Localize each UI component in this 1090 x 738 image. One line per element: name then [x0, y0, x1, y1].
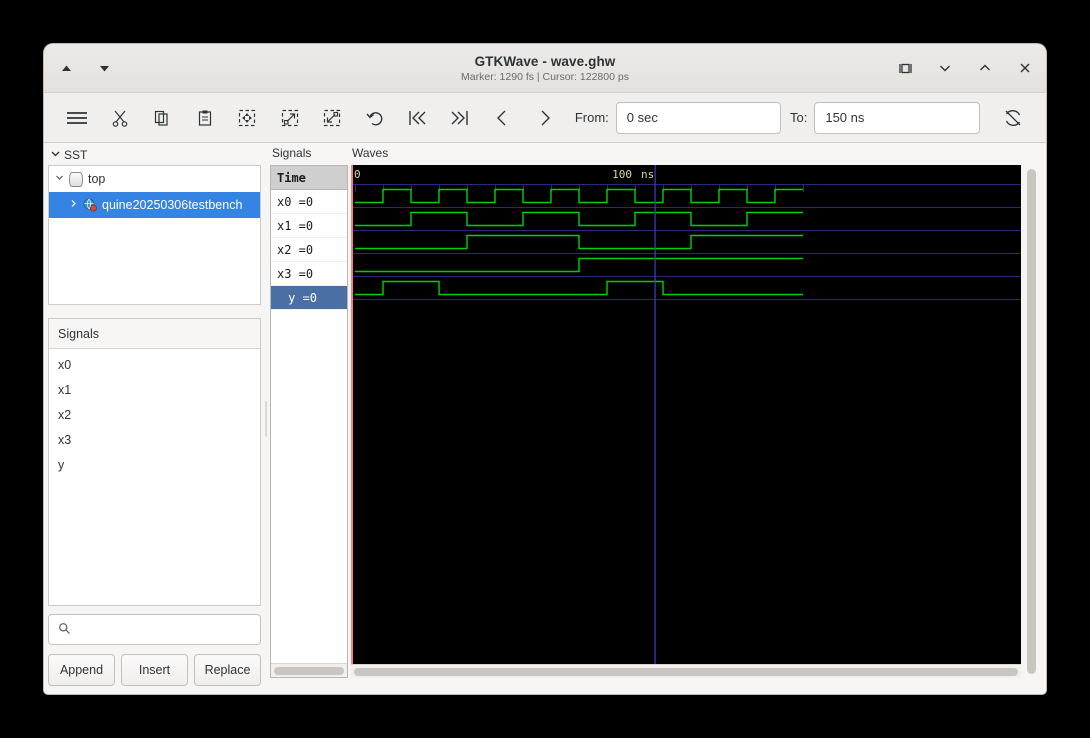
list-item[interactable]: x0 — [49, 352, 260, 377]
module-icon — [69, 171, 83, 187]
menu-icon[interactable] — [56, 98, 98, 138]
from-label: From: — [574, 110, 609, 125]
wave-row-label-x1[interactable]: x1 =0 — [271, 214, 347, 238]
restore-window-icon[interactable] — [896, 59, 914, 77]
maximize-icon[interactable] — [976, 59, 994, 77]
wave-area-wrap: 0 100 ns — [351, 165, 1041, 678]
cut-icon[interactable] — [98, 98, 140, 138]
wave-panel-headers: Signals Waves — [270, 146, 1041, 165]
wave-names-spacer — [271, 310, 347, 663]
wave-vscrollbar[interactable] — [1021, 165, 1041, 678]
wave-signals-header: Signals — [272, 146, 312, 160]
from-value: 0 sec — [626, 110, 658, 125]
wave-canvas-wrap: 0 100 ns — [351, 165, 1021, 678]
zoom-fit-icon[interactable] — [226, 98, 268, 138]
tree-node-label: top — [88, 172, 106, 186]
next-edge-icon[interactable] — [523, 98, 565, 138]
to-value: 150 ns — [825, 110, 865, 125]
to-label: To: — [790, 110, 808, 125]
list-item[interactable]: y — [49, 452, 260, 477]
zoom-in-icon[interactable] — [268, 98, 310, 138]
reload-icon[interactable] — [992, 98, 1034, 138]
wave-row-label-x2[interactable]: x2 =0 — [271, 238, 347, 262]
panel-divider[interactable] — [261, 143, 270, 694]
from-input[interactable]: 0 sec — [615, 101, 781, 134]
wave-hscrollbar[interactable] — [351, 664, 1021, 678]
list-item[interactable]: x2 — [49, 402, 260, 427]
wave-names-pane[interactable]: Time x0 =0 x1 =0 x2 =0 x3 =0 y =0 — [270, 165, 348, 678]
sst-label: SST — [64, 147, 88, 162]
wave-main: Time x0 =0 x1 =0 x2 =0 x3 =0 y =0 0 100 ns — [270, 165, 1041, 678]
triangle-down-icon[interactable] — [94, 58, 114, 78]
chevron-down-icon[interactable] — [55, 173, 64, 185]
main-toolbar: From: 0 sec To: 150 ns — [44, 93, 1046, 143]
tree-node-testbench[interactable]: quine20250306testbench — [49, 192, 260, 218]
action-button-row: Append Insert Replace — [48, 654, 261, 694]
search-row — [48, 614, 261, 645]
go-start-icon[interactable] — [396, 98, 438, 138]
tree-node-top[interactable]: top — [49, 166, 260, 192]
svg-text:100: 100 — [612, 168, 632, 181]
search-icon — [58, 622, 71, 638]
waveform-canvas[interactable]: 0 100 ns — [351, 165, 1021, 664]
svg-text:0: 0 — [354, 168, 361, 181]
list-item[interactable]: x3 — [49, 427, 260, 452]
wave-row-label-x0[interactable]: x0 =0 — [271, 190, 347, 214]
zoom-out-icon[interactable] — [311, 98, 353, 138]
wave-waves-header: Waves — [352, 146, 389, 160]
svg-text:ns: ns — [641, 168, 654, 181]
signals-browser-header: Signals — [49, 319, 260, 349]
triangle-up-icon[interactable] — [56, 58, 76, 78]
wave-row-label-x3[interactable]: x3 =0 — [271, 262, 347, 286]
sst-tree[interactable]: top quine20250306testbench — [48, 165, 261, 305]
sst-header[interactable]: SST — [48, 146, 261, 163]
marker-cursor-status: Marker: 1290 fs | Cursor: 122800 ps — [461, 70, 629, 83]
window-title: GTKWave - wave.ghw — [474, 53, 616, 69]
signals-browser-list[interactable]: x0 x1 x2 x3 y — [49, 349, 260, 605]
wave-row-label-y[interactable]: y =0 — [271, 286, 347, 310]
tree-node-label: quine20250306testbench — [102, 198, 243, 212]
search-input[interactable] — [48, 614, 261, 645]
wave-panel: Signals Waves Time x0 =0 x1 =0 x2 =0 x3 … — [270, 143, 1046, 694]
replace-button[interactable]: Replace — [194, 654, 261, 686]
window-bottom-strip — [270, 678, 1041, 694]
insert-button[interactable]: Insert — [121, 654, 188, 686]
left-panel: SST top quine20250306testbench Signals x… — [44, 143, 261, 694]
copy-icon[interactable] — [141, 98, 183, 138]
paste-icon[interactable] — [183, 98, 225, 138]
close-icon[interactable] — [1016, 59, 1034, 77]
go-end-icon[interactable] — [438, 98, 480, 138]
list-item[interactable]: x1 — [49, 377, 260, 402]
minimize-icon[interactable] — [936, 59, 954, 77]
names-hscrollbar[interactable] — [271, 663, 347, 677]
instance-icon — [83, 198, 97, 212]
waveform-svg: 0 100 ns — [353, 165, 1021, 664]
window-body: SST top quine20250306testbench Signals x… — [44, 143, 1046, 694]
signals-browser: Signals x0 x1 x2 x3 y — [48, 318, 261, 606]
chevron-down-icon — [50, 148, 61, 162]
undo-icon[interactable] — [353, 98, 395, 138]
title-bar: GTKWave - wave.ghw Marker: 1290 fs | Cur… — [44, 44, 1046, 93]
wave-time-row-label: Time — [271, 166, 347, 190]
gtkwave-window: GTKWave - wave.ghw Marker: 1290 fs | Cur… — [44, 44, 1046, 694]
chevron-right-icon[interactable] — [69, 199, 78, 211]
prev-edge-icon[interactable] — [481, 98, 523, 138]
append-button[interactable]: Append — [48, 654, 115, 686]
to-input[interactable]: 150 ns — [814, 101, 980, 134]
